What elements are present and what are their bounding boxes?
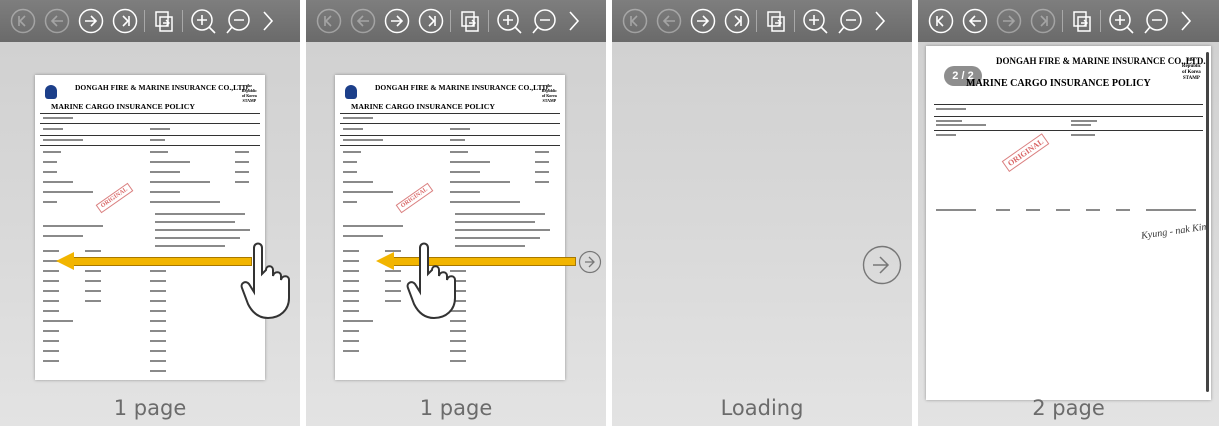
next-page-icon[interactable]: [384, 8, 410, 34]
document-page[interactable]: DONGAH FIRE & MARINE INSURANCE CO.,LTD. …: [35, 75, 265, 380]
swipe-arrow-head: [56, 252, 74, 270]
page-view-icon[interactable]: [456, 8, 482, 34]
toolbar-separator: [182, 10, 183, 32]
more-icon[interactable]: [260, 8, 276, 34]
zoom-in-icon[interactable]: [1108, 8, 1136, 36]
viewer-panel-3: Loading: [612, 0, 912, 426]
zoom-in-icon[interactable]: [496, 8, 524, 36]
policy-title: MARINE CARGO INSURANCE POLICY: [966, 78, 1151, 89]
page-status-label: 1 page: [113, 396, 187, 420]
more-icon[interactable]: [566, 8, 582, 34]
document-page[interactable]: DONGAH FIRE & MARINE INSURANCE CO.,LTD. …: [335, 75, 565, 380]
company-name: DONGAH FIRE & MARINE INSURANCE CO.,LTD.: [75, 83, 250, 92]
toolbar: [0, 0, 300, 42]
viewer-panel-2: DONGAH FIRE & MARINE INSURANCE CO.,LTD. …: [306, 0, 606, 426]
company-name: DONGAH FIRE & MARINE INSURANCE CO.,LTD.: [996, 56, 1206, 66]
page-view-icon[interactable]: [762, 8, 788, 34]
page-status-label: 2 page: [1032, 396, 1105, 420]
first-page-icon[interactable]: [10, 8, 36, 34]
zoom-in-icon[interactable]: [190, 8, 218, 36]
next-page-icon[interactable]: [78, 8, 104, 34]
stamp-box: the Republic of Korea STAMP: [1181, 58, 1201, 81]
swipe-arrow-head: [376, 252, 394, 270]
first-page-icon[interactable]: [316, 8, 342, 34]
prev-page-icon[interactable]: [656, 8, 682, 34]
prev-page-icon[interactable]: [350, 8, 376, 34]
zoom-out-icon[interactable]: [532, 8, 560, 36]
zoom-out-icon[interactable]: [226, 8, 254, 36]
toolbar-separator: [450, 10, 451, 32]
stamp-box: the Republic of Korea STAMP: [541, 83, 557, 103]
toolbar-separator: [756, 10, 757, 32]
next-page-circle-icon[interactable]: [578, 250, 602, 274]
prev-page-icon[interactable]: [44, 8, 70, 34]
more-icon[interactable]: [1178, 8, 1194, 34]
page-view-icon[interactable]: [1068, 8, 1094, 34]
last-page-icon[interactable]: [418, 8, 444, 34]
toolbar-separator: [144, 10, 145, 32]
original-stamp: ORIGINAL: [95, 182, 134, 214]
original-stamp: ORIGINAL: [395, 182, 434, 214]
toolbar-separator: [1100, 10, 1101, 32]
next-page-circle-icon[interactable]: [862, 245, 902, 285]
policy-title: MARINE CARGO INSURANCE POLICY: [51, 102, 196, 111]
toolbar: [612, 0, 912, 42]
document-page[interactable]: 2 / 2 DONGAH FIRE & MARINE INSURANCE CO.…: [926, 46, 1211, 400]
more-icon[interactable]: [872, 8, 888, 34]
last-page-icon[interactable]: [1030, 8, 1056, 34]
original-stamp: ORIGINAL: [1001, 133, 1050, 172]
prev-page-icon[interactable]: [962, 8, 988, 34]
toolbar: [918, 0, 1219, 42]
hand-gesture-icon: [406, 242, 456, 320]
swipe-arrow: [72, 257, 252, 266]
toolbar-separator: [1062, 10, 1063, 32]
first-page-icon[interactable]: [622, 8, 648, 34]
last-page-icon[interactable]: [724, 8, 750, 34]
last-page-icon[interactable]: [112, 8, 138, 34]
page-view-icon[interactable]: [150, 8, 176, 34]
toolbar-separator: [794, 10, 795, 32]
scrollbar[interactable]: [1206, 52, 1209, 392]
company-name: DONGAH FIRE & MARINE INSURANCE CO.,LTD.: [375, 83, 550, 92]
signature: Kyung - nak Kim: [1140, 221, 1210, 242]
company-logo: [45, 85, 57, 99]
hand-gesture-icon: [240, 242, 290, 320]
viewer-panel-4: 2 / 2 DONGAH FIRE & MARINE INSURANCE CO.…: [918, 0, 1219, 426]
stamp-box: the Republic of Korea STAMP: [241, 83, 257, 103]
page-status-label: Loading: [720, 396, 804, 420]
toolbar-separator: [488, 10, 489, 32]
next-page-icon[interactable]: [996, 8, 1022, 34]
first-page-icon[interactable]: [928, 8, 954, 34]
page-status-label: 1 page: [419, 396, 493, 420]
zoom-out-icon[interactable]: [838, 8, 866, 36]
zoom-out-icon[interactable]: [1144, 8, 1172, 36]
next-page-icon[interactable]: [690, 8, 716, 34]
policy-title: MARINE CARGO INSURANCE POLICY: [351, 102, 496, 111]
toolbar: [306, 0, 606, 42]
viewer-panel-1: DONGAH FIRE & MARINE INSURANCE CO.,LTD. …: [0, 0, 300, 426]
company-logo: [345, 85, 357, 99]
zoom-in-icon[interactable]: [802, 8, 830, 36]
